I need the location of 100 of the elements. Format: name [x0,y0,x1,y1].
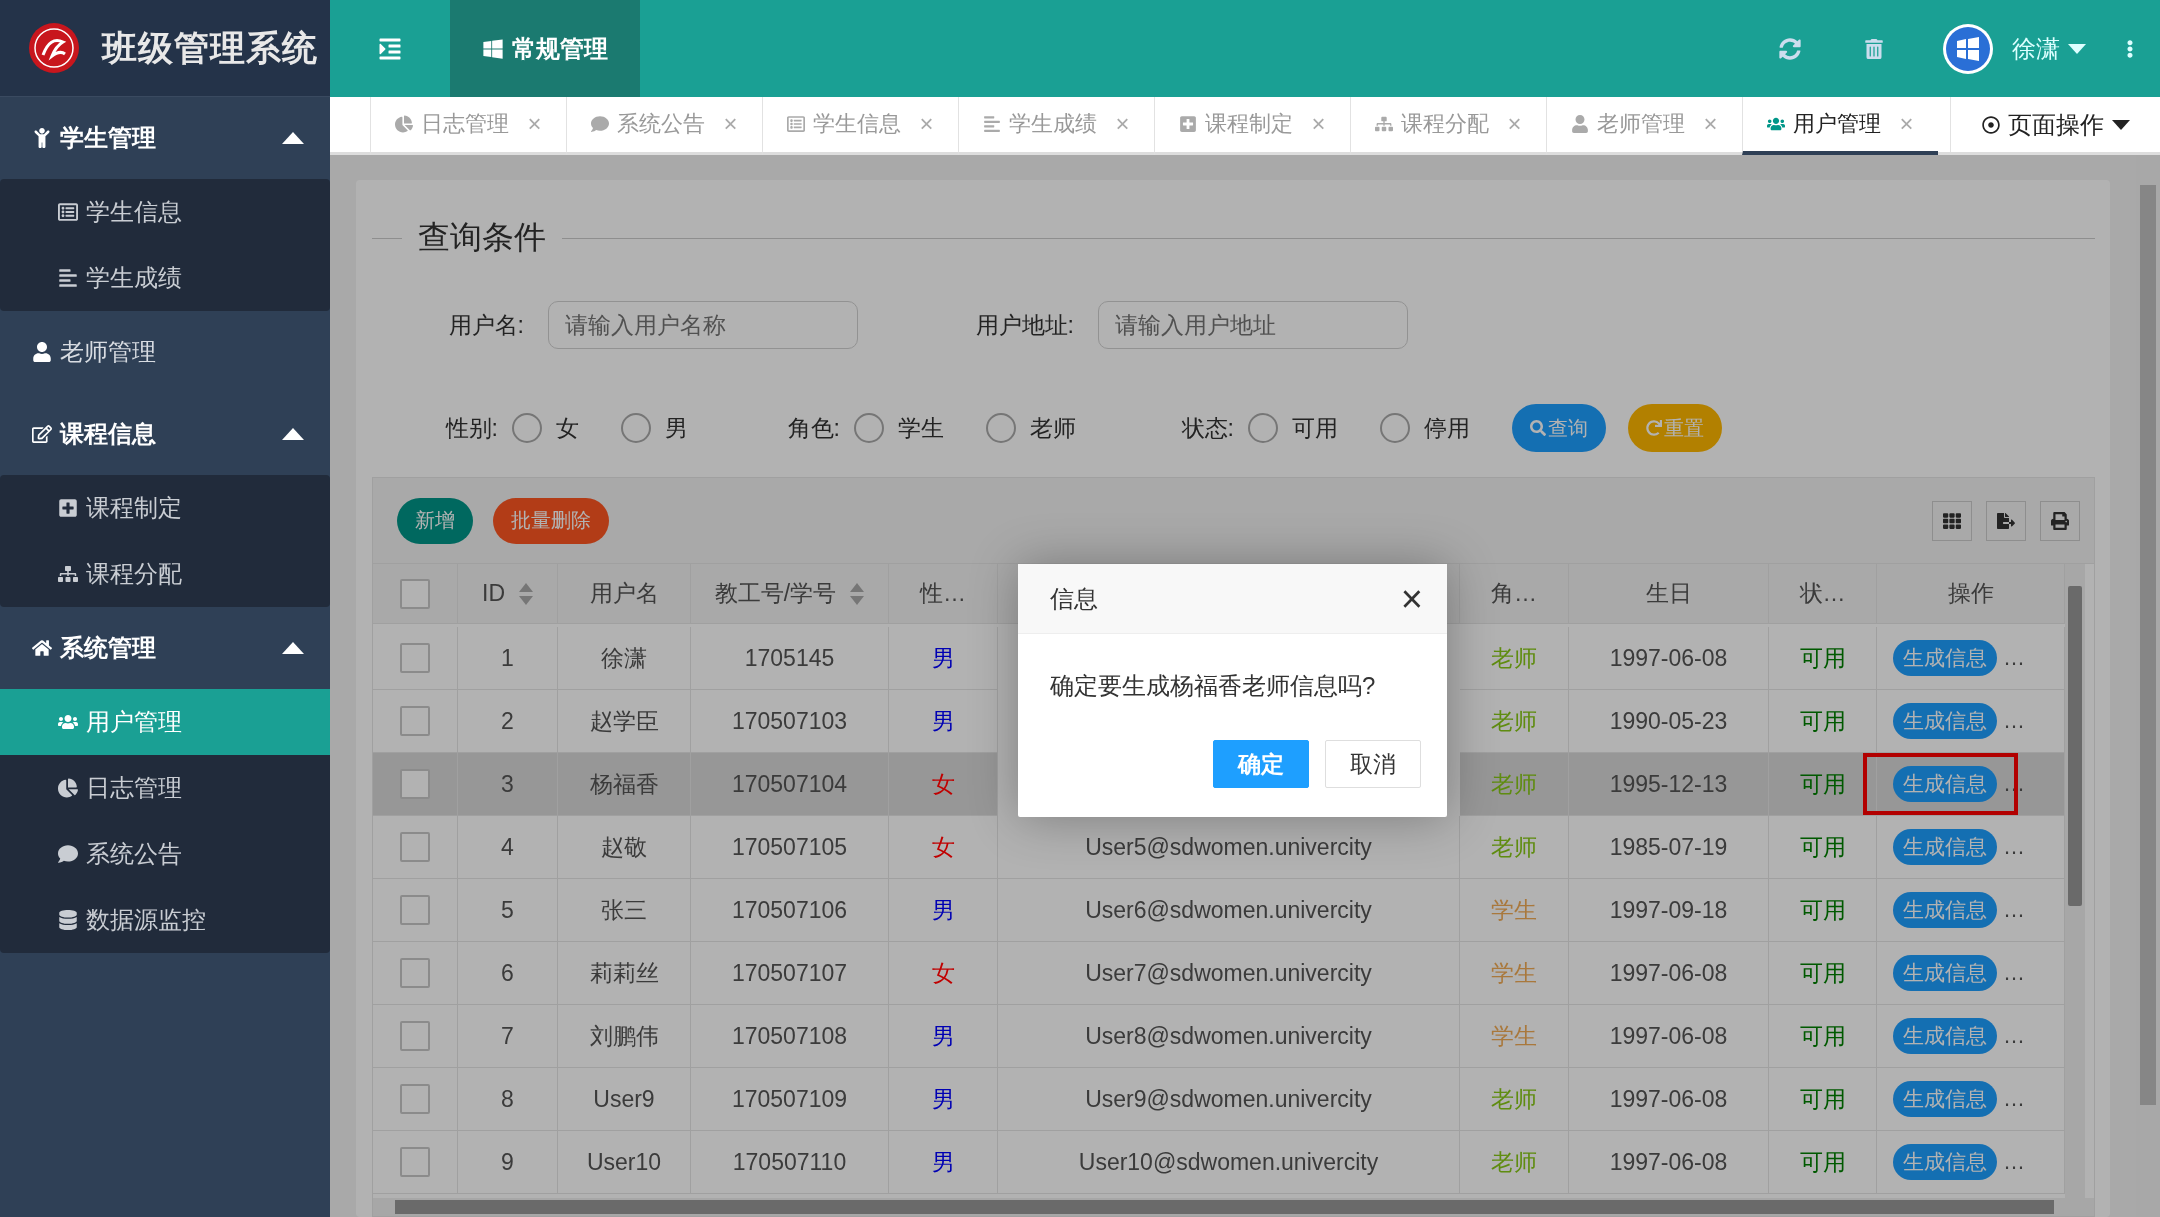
row-checkbox[interactable] [400,706,430,736]
print-icon[interactable] [2040,500,2080,541]
row-checkbox[interactable] [400,1084,430,1114]
table-cell: 7 [501,1022,514,1050]
radio-option[interactable]: 女 [512,412,579,444]
more-text[interactable]: … [2003,708,2025,734]
sort-icon[interactable] [850,582,865,605]
sidebar-item[interactable]: 系统公告 [0,821,330,887]
sort-icon[interactable] [519,582,533,605]
generate-info-button[interactable]: 生成信息 [1893,766,1997,802]
generate-info-button[interactable]: 生成信息 [1893,703,1997,739]
caret-down-icon[interactable] [2111,119,2130,130]
input-field[interactable]: 请输入用户名称 [548,301,858,349]
generate-info-button[interactable]: 生成信息 [1893,640,1997,676]
column-header[interactable]: 用户名 [558,564,691,624]
row-checkbox[interactable] [400,769,430,799]
caret-up-icon[interactable] [282,642,304,654]
child-icon [32,128,52,148]
column-header[interactable]: 生日 [1569,564,1769,624]
sidebar-item[interactable]: 日志管理 [0,755,330,821]
sidebar-item[interactable]: 用户管理 [0,689,330,755]
more-text[interactable]: … [2003,834,2025,860]
avatar-icon[interactable] [1942,22,1994,75]
column-header[interactable]: 性… [889,564,998,624]
role-text: 学生 [1491,895,1537,925]
table-cell: 1997-06-08 [1609,1148,1728,1176]
row-checkbox[interactable] [400,1147,430,1177]
status-text: 可用 [1799,958,1846,988]
more-text[interactable]: … [2003,960,2025,986]
radio-option[interactable]: 可用 [1248,412,1338,444]
sidebar-item[interactable]: 学生成绩 [0,245,330,311]
close-button[interactable]: × [1400,579,1423,618]
scrollbar[interactable] [373,1198,2094,1216]
confirm-button[interactable]: 确定 [1213,740,1309,788]
sidebar-item[interactable]: 数据源监控 [0,887,330,953]
more-text[interactable]: … [2003,645,2025,671]
caret-up-icon[interactable] [282,132,304,144]
more-text[interactable]: … [2003,1023,2025,1049]
scrollbar[interactable] [2065,564,2085,1198]
dialog-message: 确定要生成杨福香老师信息吗? [1050,671,1376,701]
list-icon [787,115,806,133]
gender-text: 男 [931,1147,955,1177]
column-header[interactable]: 操作 [1877,564,2065,624]
table-cell: 1705145 [744,644,835,672]
export-icon[interactable] [1986,500,2026,541]
column-header[interactable]: 角… [1460,564,1569,624]
page-actions-menu[interactable]: 页面操作 [1950,97,2160,152]
radio-option[interactable]: 学生 [854,412,944,444]
sidebar-group[interactable]: 系统管理 [0,607,330,689]
gender-text: 女 [931,958,955,988]
user-name[interactable]: 徐潇 [2012,32,2060,65]
role-text: 老师 [1491,832,1537,862]
more-text[interactable]: … [2003,897,2025,923]
sitemap-icon [58,564,78,584]
radio-option[interactable]: 男 [621,412,688,444]
add-button[interactable]: 新增 [397,497,473,544]
generate-info-button[interactable]: 生成信息 [1893,1018,1997,1054]
table-cell: 170507107 [731,959,848,987]
database-icon [58,910,78,930]
search-button[interactable]: 查询 [1512,404,1606,452]
sidebar-group[interactable]: 课程信息 [0,393,330,475]
sidebar-item[interactable]: 课程分配 [0,541,330,607]
caret-up-icon[interactable] [282,428,304,440]
table-cell-text: 杨福香 [589,769,659,799]
generate-info-button[interactable]: 生成信息 [1893,892,1997,928]
table-cell: User9@sdwomen.univercity [1085,1085,1372,1113]
row-checkbox[interactable] [400,643,430,673]
row-checkbox[interactable] [400,895,430,925]
more-text[interactable]: … [2003,1149,2025,1175]
role-text: 老师 [1491,1147,1537,1177]
generate-info-button[interactable]: 生成信息 [1893,955,1997,991]
section-title: 查询条件 [418,218,546,257]
column-header[interactable]: ID [458,564,558,624]
gender-text: 男 [931,895,955,925]
row-checkbox[interactable] [400,832,430,862]
input-field[interactable]: 请输入用户地址 [1098,301,1408,349]
row-checkbox[interactable] [400,958,430,988]
sidebar-item[interactable]: 学生信息 [0,179,330,245]
column-header[interactable]: 教工号/学号 [691,564,889,624]
table-cell: 170507109 [731,1085,848,1113]
table-cell: User8@sdwomen.univercity [1085,1022,1372,1050]
sidebar-item[interactable]: 课程制定 [0,475,330,541]
more-text[interactable]: … [2003,1086,2025,1112]
columns-icon[interactable] [1932,500,1972,541]
sidebar-group[interactable]: 老师管理 [0,311,330,393]
radio-option[interactable]: 停用 [1380,412,1470,444]
sidebar-group[interactable]: 学生管理 [0,97,330,179]
row-checkbox[interactable] [400,1021,430,1051]
generate-info-button[interactable]: 生成信息 [1893,1144,1997,1180]
field-label: 性别: [444,413,499,443]
column-header[interactable]: 状… [1769,564,1877,624]
comment-icon [58,844,78,864]
cancel-button[interactable]: 取消 [1325,740,1421,788]
select-all-checkbox[interactable] [400,578,430,609]
header-tab[interactable]: 常规管理 [450,0,640,97]
generate-info-button[interactable]: 生成信息 [1893,1081,1997,1117]
radio-option[interactable]: 老师 [986,412,1076,444]
batch-delete-button[interactable]: 批量删除 [493,497,609,544]
generate-info-button[interactable]: 生成信息 [1893,829,1997,865]
windows-icon [482,37,504,60]
